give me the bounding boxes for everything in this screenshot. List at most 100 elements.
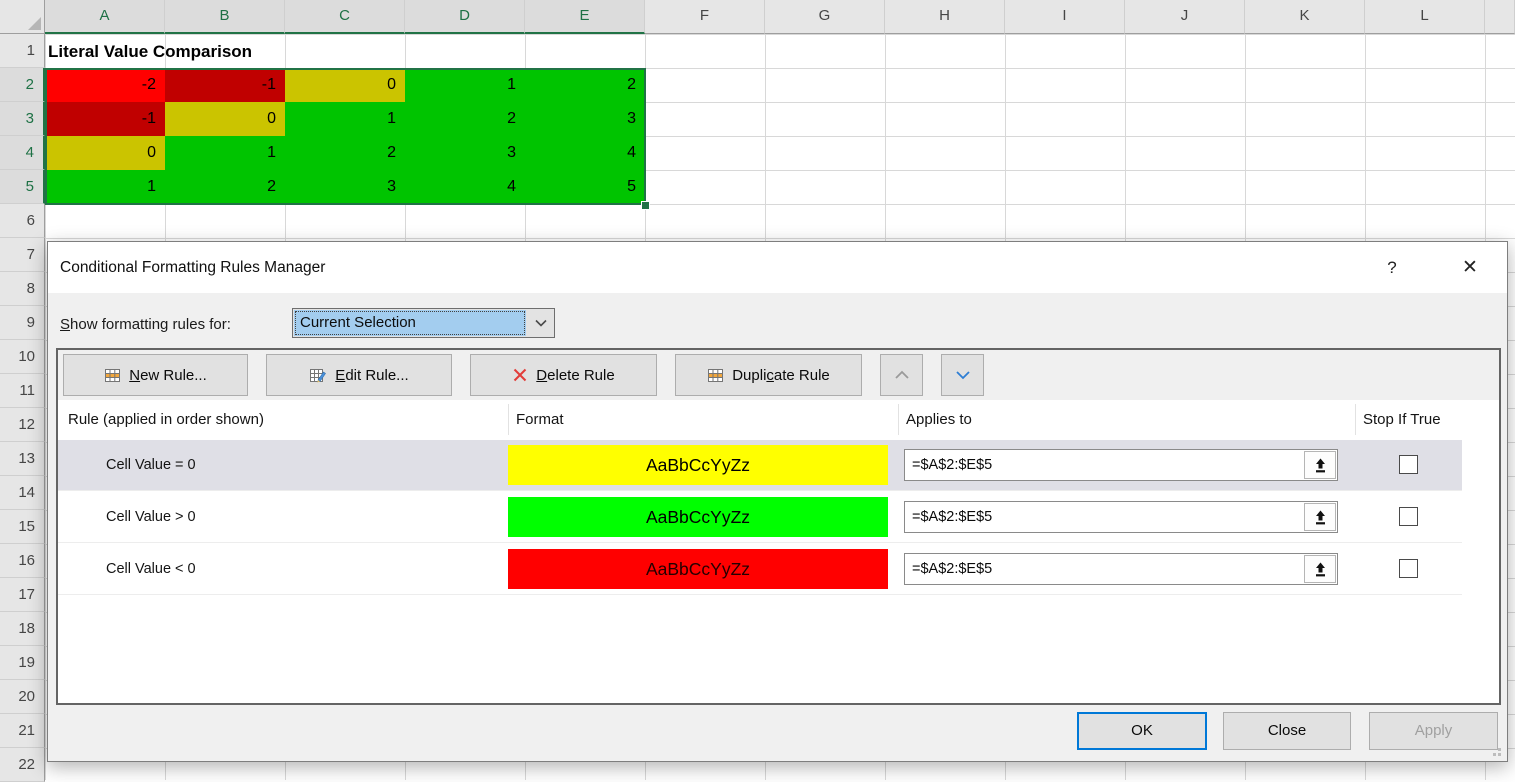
cell-d5[interactable]: 4 <box>405 170 525 204</box>
row-header-3[interactable]: 3 <box>0 102 45 136</box>
column-header-h[interactable]: H <box>885 0 1005 34</box>
row-header-22[interactable]: 22 <box>0 748 45 782</box>
cell-a2[interactable]: -2 <box>45 68 165 102</box>
stop-if-true-checkbox[interactable] <box>1399 559 1418 578</box>
cell-c5[interactable]: 3 <box>285 170 405 204</box>
cell-e5[interactable]: 5 <box>525 170 645 204</box>
row-header-18[interactable]: 18 <box>0 612 45 646</box>
applies-to-value[interactable]: =$A$2:$E$5 <box>905 502 1303 532</box>
cell-d2[interactable]: 1 <box>405 68 525 102</box>
conditional-formatting-rules-manager-dialog: Conditional Formatting Rules Manager ? ✕… <box>47 241 1508 762</box>
rule-row-1[interactable]: Cell Value = 0AaBbCcYyZz=$A$2:$E$5 <box>58 439 1499 491</box>
column-header-d[interactable]: D <box>405 0 525 34</box>
stop-if-true-checkbox[interactable] <box>1399 507 1418 526</box>
cell-d3[interactable]: 2 <box>405 102 525 136</box>
row-header-10[interactable]: 10 <box>0 340 45 374</box>
column-header-f[interactable]: F <box>645 0 765 34</box>
applies-to-field[interactable]: =$A$2:$E$5 <box>904 501 1338 533</box>
row-header-11[interactable]: 11 <box>0 374 45 408</box>
duplicate-rule-label: Duplicate Rule <box>732 367 830 384</box>
row-header-19[interactable]: 19 <box>0 646 45 680</box>
row-header-9[interactable]: 9 <box>0 306 45 340</box>
row-header-1[interactable]: 1 <box>0 34 45 68</box>
cell-b5[interactable]: 2 <box>165 170 285 204</box>
row-header-17[interactable]: 17 <box>0 578 45 612</box>
row-header-12[interactable]: 12 <box>0 408 45 442</box>
row-header-7[interactable]: 7 <box>0 238 45 272</box>
applies-to-value[interactable]: =$A$2:$E$5 <box>905 554 1303 584</box>
show-formatting-rules-label: Show formatting rules for: <box>60 316 231 333</box>
range-selector-icon[interactable] <box>1304 451 1336 479</box>
cell-c4[interactable]: 2 <box>285 136 405 170</box>
applies-to-value[interactable]: =$A$2:$E$5 <box>905 450 1303 480</box>
row-header-8[interactable]: 8 <box>0 272 45 306</box>
row-header-4[interactable]: 4 <box>0 136 45 170</box>
column-header-partial[interactable] <box>1485 0 1515 34</box>
delete-rule-button[interactable]: Delete Rule <box>470 354 657 396</box>
column-header-e[interactable]: E <box>525 0 645 34</box>
column-header-j[interactable]: J <box>1125 0 1245 34</box>
delete-rule-label: Delete Rule <box>536 367 614 384</box>
range-selector-icon[interactable] <box>1304 503 1336 531</box>
column-header-i[interactable]: I <box>1005 0 1125 34</box>
rules-panel: New Rule... Edit Rule... Delete Rule Dup… <box>56 348 1501 705</box>
edit-rule-label: Edit Rule... <box>335 367 408 384</box>
edit-rule-button[interactable]: Edit Rule... <box>266 354 452 396</box>
cell-a1-title[interactable]: Literal Value Comparison <box>48 34 252 68</box>
resize-grip[interactable] <box>1489 744 1501 756</box>
cell-c2[interactable]: 0 <box>285 68 405 102</box>
row-header-5[interactable]: 5 <box>0 170 45 204</box>
applies-to-field[interactable]: =$A$2:$E$5 <box>904 553 1338 585</box>
move-rule-up-button[interactable] <box>880 354 923 396</box>
new-rule-button[interactable]: New Rule... <box>63 354 248 396</box>
row-header-21[interactable]: 21 <box>0 714 45 748</box>
rule-rows-container: Cell Value = 0AaBbCcYyZz=$A$2:$E$5Cell V… <box>58 439 1499 703</box>
stop-if-true-checkbox[interactable] <box>1399 455 1418 474</box>
row-header-13[interactable]: 13 <box>0 442 45 476</box>
cell-a4[interactable]: 0 <box>45 136 165 170</box>
ok-button[interactable]: OK <box>1077 712 1207 750</box>
column-header-k[interactable]: K <box>1245 0 1365 34</box>
column-header-c[interactable]: C <box>285 0 405 34</box>
close-icon[interactable]: ✕ <box>1451 242 1489 293</box>
row-header-15[interactable]: 15 <box>0 510 45 544</box>
rule-description: Cell Value = 0 <box>106 439 196 491</box>
applies-to-field[interactable]: =$A$2:$E$5 <box>904 449 1338 481</box>
help-button[interactable]: ? <box>1373 242 1411 293</box>
cell-e3[interactable]: 3 <box>525 102 645 136</box>
range-selector-icon[interactable] <box>1304 555 1336 583</box>
column-header-a[interactable]: A <box>45 0 165 34</box>
row-header-14[interactable]: 14 <box>0 476 45 510</box>
row-header-6[interactable]: 6 <box>0 204 45 238</box>
cell-d4[interactable]: 3 <box>405 136 525 170</box>
cell-e4[interactable]: 4 <box>525 136 645 170</box>
cell-e2[interactable]: 2 <box>525 68 645 102</box>
show-rules-for-dropdown[interactable]: Current Selection <box>292 308 555 338</box>
select-all-corner[interactable] <box>0 0 45 34</box>
cell-a5[interactable]: 1 <box>45 170 165 204</box>
duplicate-rule-button[interactable]: Duplicate Rule <box>675 354 862 396</box>
cell-b2[interactable]: -1 <box>165 68 285 102</box>
row-header-20[interactable]: 20 <box>0 680 45 714</box>
column-header-g[interactable]: G <box>765 0 885 34</box>
rules-list-header: Rule (applied in order shown) Format App… <box>58 400 1499 439</box>
move-rule-down-button[interactable] <box>941 354 984 396</box>
row-header-2[interactable]: 2 <box>0 68 45 102</box>
header-format: Format <box>516 400 564 439</box>
fill-handle[interactable] <box>641 201 650 210</box>
cell-b3[interactable]: 0 <box>165 102 285 136</box>
rule-row-3[interactable]: Cell Value < 0AaBbCcYyZz=$A$2:$E$5 <box>58 543 1499 595</box>
column-header-l[interactable]: L <box>1365 0 1485 34</box>
header-rule: Rule (applied in order shown) <box>68 400 264 439</box>
apply-button[interactable]: Apply <box>1369 712 1498 750</box>
row-header-16[interactable]: 16 <box>0 544 45 578</box>
cell-b4[interactable]: 1 <box>165 136 285 170</box>
column-header-b[interactable]: B <box>165 0 285 34</box>
rule-row-2[interactable]: Cell Value > 0AaBbCcYyZz=$A$2:$E$5 <box>58 491 1499 543</box>
chevron-down-icon[interactable] <box>527 309 554 337</box>
rules-toolbar: New Rule... Edit Rule... Delete Rule Dup… <box>58 350 1499 400</box>
dialog-title: Conditional Formatting Rules Manager <box>60 242 325 293</box>
cell-a3[interactable]: -1 <box>45 102 165 136</box>
cell-c3[interactable]: 1 <box>285 102 405 136</box>
close-button[interactable]: Close <box>1223 712 1351 750</box>
